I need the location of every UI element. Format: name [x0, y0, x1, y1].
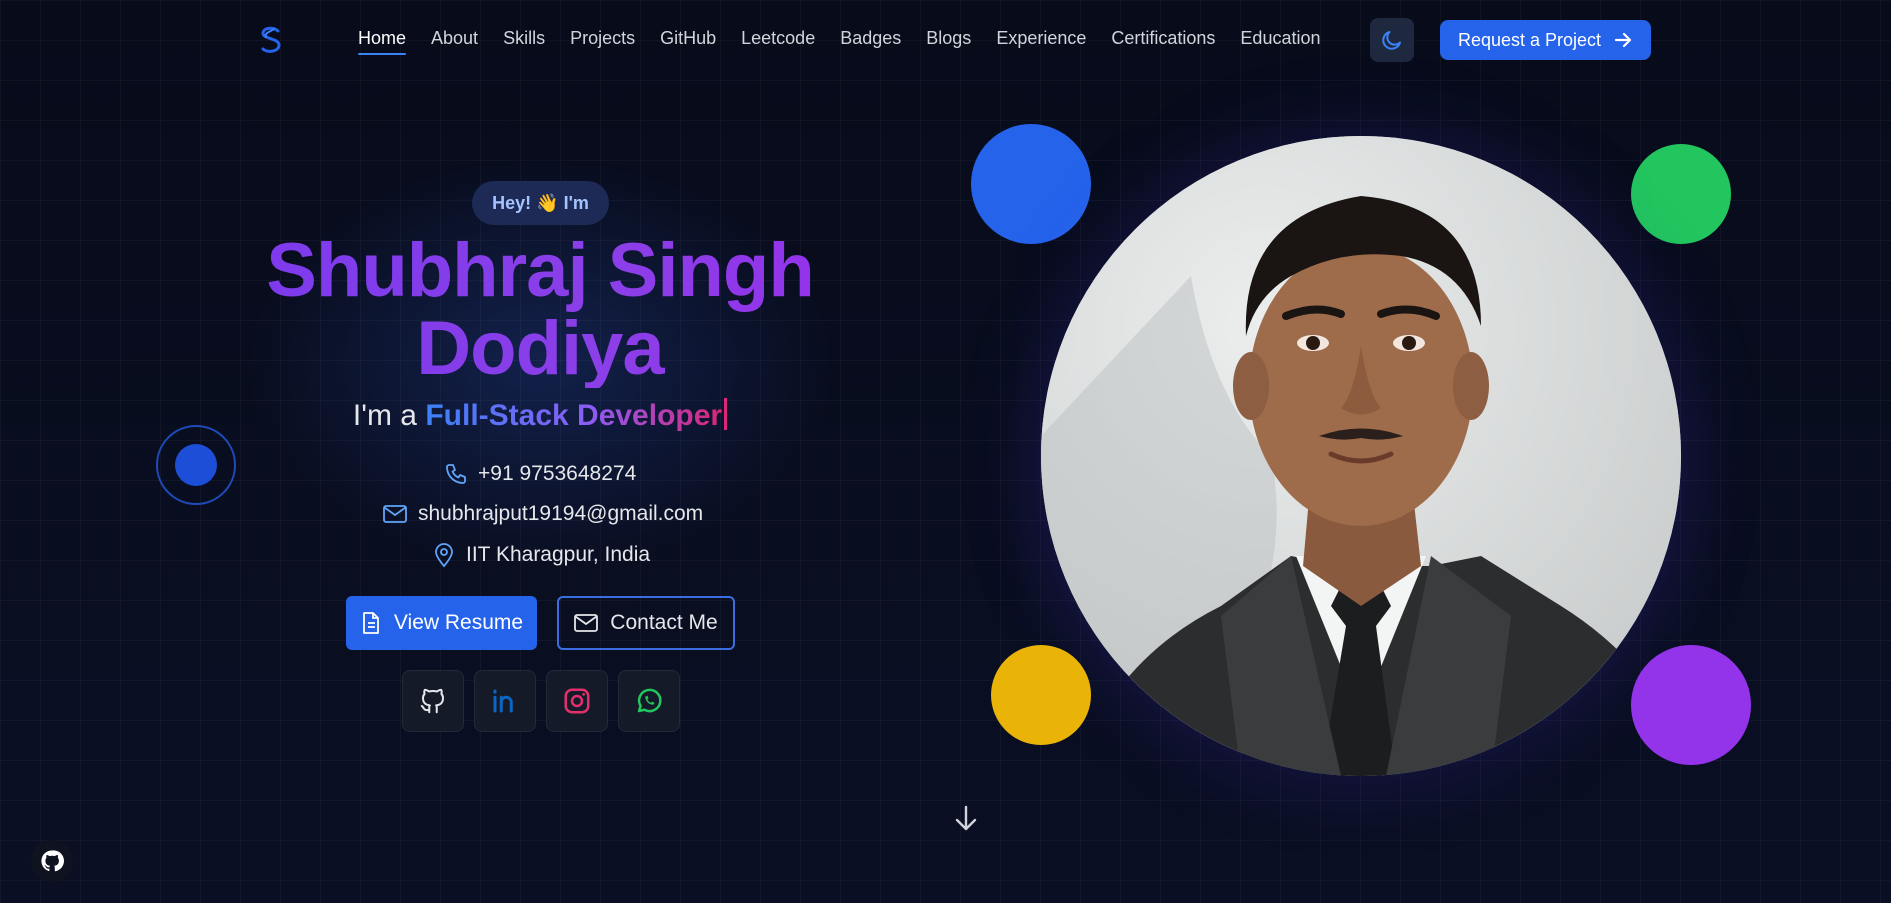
github-link[interactable]: [402, 670, 464, 732]
decorative-bubble-purple: [1631, 645, 1751, 765]
email-row[interactable]: shubhrajput19194@gmail.com: [382, 502, 703, 526]
scroll-down-arrow-icon[interactable]: [953, 803, 979, 833]
contact-me-button[interactable]: Contact Me: [557, 596, 735, 650]
role-highlight: Full-Stack Developer: [425, 399, 723, 432]
phone-row[interactable]: +91 9753648274: [444, 462, 636, 486]
view-resume-button[interactable]: View Resume: [346, 596, 537, 650]
request-project-button[interactable]: Request a Project: [1440, 20, 1651, 60]
nav-projects[interactable]: Projects: [570, 28, 635, 55]
nav-badges[interactable]: Badges: [840, 28, 901, 55]
nav-leetcode[interactable]: Leetcode: [741, 28, 815, 55]
role-line: I'm a Full-Stack Developer: [240, 398, 840, 433]
decorative-ring: [156, 425, 236, 505]
phone-text: +91 9753648274: [478, 462, 637, 485]
phone-icon: [446, 464, 466, 484]
nav-home[interactable]: Home: [358, 28, 407, 55]
typing-cursor: [724, 398, 728, 430]
request-project-label: Request a Project: [1457, 29, 1602, 50]
email-text: shubhrajput19194@gmail.com: [418, 502, 704, 525]
profile-photo: [1041, 136, 1681, 776]
greeting-badge: Hey! 👋 I'm: [472, 181, 609, 225]
view-resume-label: View Resume: [393, 611, 524, 634]
nav-about[interactable]: About: [431, 28, 478, 55]
linkedin-link[interactable]: [474, 670, 536, 732]
decorative-bubble-blue: [971, 124, 1091, 244]
s-logo-icon[interactable]: [258, 26, 284, 54]
github-icon: [420, 688, 444, 714]
portrait-illustration: [1041, 136, 1681, 776]
role-prefix: I'm a: [352, 399, 417, 432]
nav-links: Home About Skills Projects GitHub Leetco…: [358, 28, 1345, 55]
location-row: IIT Kharagpur, India: [432, 542, 650, 568]
instagram-icon: [564, 688, 590, 714]
name-line-1: Shubhraj Singh: [266, 228, 814, 313]
theme-toggle-button[interactable]: [1370, 18, 1414, 62]
nav-github[interactable]: GitHub: [660, 28, 716, 55]
decorative-bubble-green: [1631, 144, 1731, 244]
arrow-right-icon: [1614, 32, 1632, 48]
whatsapp-link[interactable]: [618, 670, 680, 732]
document-icon: [363, 612, 379, 634]
top-navbar: Home About Skills Projects GitHub Leetco…: [0, 0, 1891, 80]
nav-education[interactable]: Education: [1240, 28, 1320, 55]
nav-certifications[interactable]: Certifications: [1111, 28, 1215, 55]
hero-name: Shubhraj Singh Dodiya: [240, 232, 840, 388]
name-line-2: Dodiya: [416, 306, 664, 391]
instagram-link[interactable]: [546, 670, 608, 732]
moon-icon: [1382, 31, 1401, 50]
nav-skills[interactable]: Skills: [503, 28, 545, 55]
github-icon: [41, 850, 64, 872]
mail-icon: [383, 505, 407, 523]
mail-icon: [574, 614, 599, 632]
contact-me-label: Contact Me: [610, 611, 718, 634]
whatsapp-icon: [637, 688, 662, 713]
nav-blogs[interactable]: Blogs: [926, 28, 971, 55]
decorative-bubble-yellow: [991, 645, 1091, 745]
floating-github-button[interactable]: [31, 840, 73, 882]
location-text: IIT Kharagpur, India: [466, 543, 651, 566]
linkedin-icon: [493, 689, 513, 713]
nav-experience[interactable]: Experience: [996, 28, 1086, 55]
map-pin-icon: [435, 543, 453, 568]
